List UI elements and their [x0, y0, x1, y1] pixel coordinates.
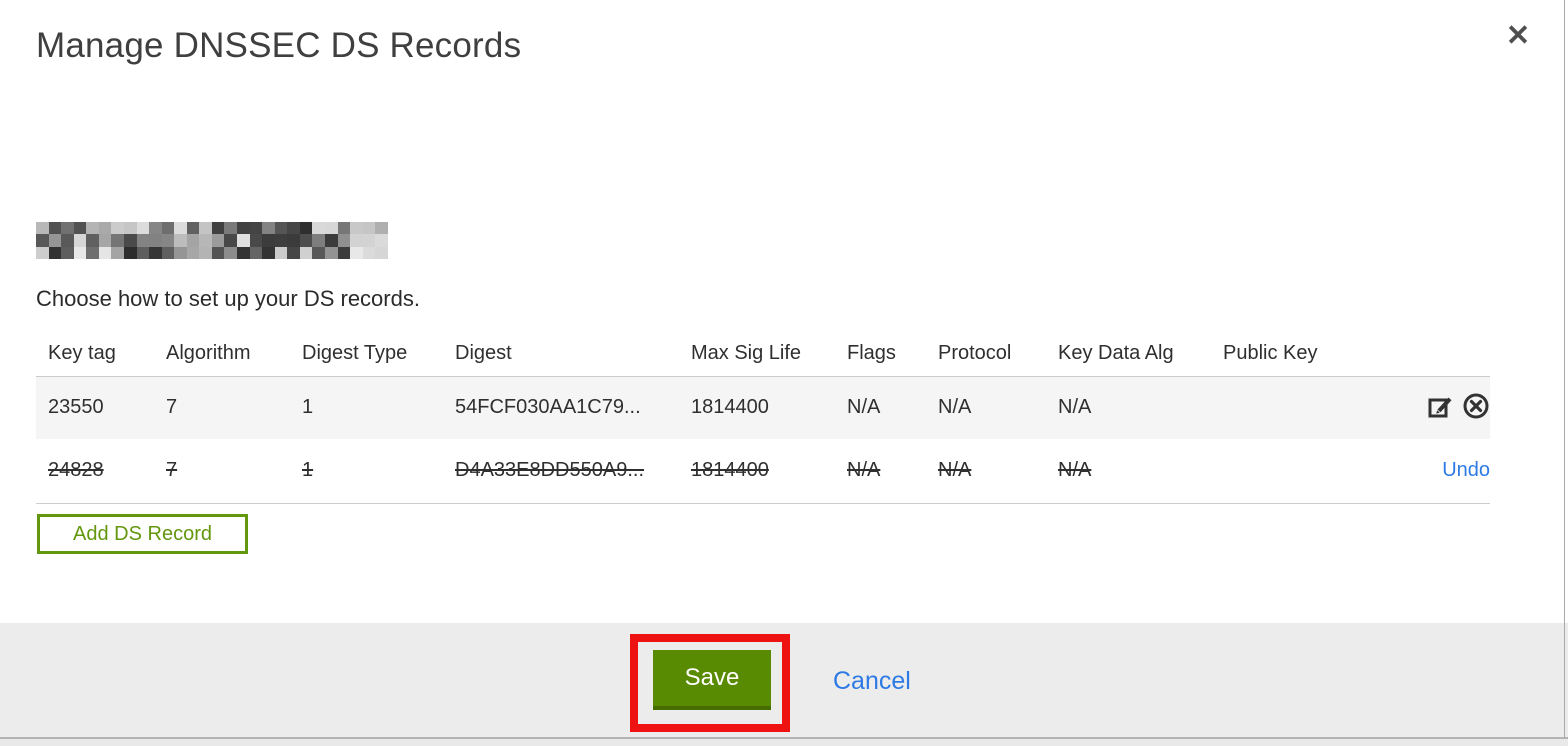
- table-header-row: Key tag Algorithm Digest Type Digest Max…: [36, 330, 1490, 377]
- instruction-text: Choose how to set up your DS records.: [36, 286, 420, 311]
- cell-flags: N/A: [847, 396, 881, 419]
- cell-key-tag: 24828: [48, 459, 104, 482]
- cell-protocol: N/A: [938, 459, 972, 482]
- redacted-domain-name: [36, 222, 388, 259]
- cell-max-sig-life: 1814400: [691, 396, 769, 419]
- cell-key-tag: 23550: [48, 396, 104, 419]
- cell-algorithm: 7: [166, 396, 178, 419]
- close-icon: ✕: [1505, 20, 1531, 52]
- col-header-flags: Flags: [847, 341, 896, 364]
- cell-key-data-alg: N/A: [1058, 396, 1092, 419]
- cell-digest: 54FCF030AA1C79...: [455, 396, 641, 419]
- col-header-digest-type: Digest Type: [302, 341, 408, 364]
- col-header-key-tag: Key tag: [48, 341, 116, 364]
- page-right-border: [1564, 0, 1565, 738]
- undo-link[interactable]: Undo: [1442, 459, 1490, 481]
- cell-public-key: [1211, 439, 1399, 504]
- cell-algorithm: 7: [166, 459, 178, 482]
- modal-footer: Save Cancel: [0, 623, 1568, 739]
- page-bottom-strip: [0, 739, 1568, 746]
- annotation-highlight-box: Save: [630, 634, 790, 732]
- col-header-key-data-alg: Key Data Alg: [1058, 341, 1174, 364]
- edit-record-button[interactable]: [1427, 393, 1454, 423]
- row-actions: Undo: [1399, 439, 1490, 504]
- col-header-max-sig-life: Max Sig Life: [691, 341, 802, 364]
- close-button[interactable]: ✕: [1500, 18, 1536, 54]
- table-row: 23550 7 1 54FCF030AA1C79... 1814400 N/A …: [36, 376, 1490, 439]
- row-actions: [1399, 377, 1490, 439]
- delete-record-button[interactable]: [1462, 392, 1490, 423]
- page-title: Manage DNSSEC DS Records: [36, 26, 522, 65]
- dnssec-ds-records-modal: Manage DNSSEC DS Records ✕ Choose how to…: [0, 0, 1568, 746]
- col-header-actions: [1399, 330, 1490, 377]
- cell-digest-type: 1: [302, 459, 314, 482]
- add-ds-record-button[interactable]: Add DS Record: [37, 514, 248, 554]
- table-row-deleted: 24828 7 1 D4A33E8DD550A9... 1814400 N/A …: [36, 438, 1490, 504]
- col-header-algorithm: Algorithm: [166, 341, 251, 364]
- cell-protocol: N/A: [938, 396, 972, 419]
- col-header-digest: Digest: [455, 341, 512, 364]
- edit-icon: [1427, 397, 1454, 423]
- col-header-public-key: Public Key: [1223, 341, 1318, 364]
- cancel-link[interactable]: Cancel: [833, 667, 911, 696]
- cell-key-data-alg: N/A: [1058, 459, 1092, 482]
- ds-records-table: Key tag Algorithm Digest Type Digest Max…: [36, 330, 1490, 504]
- save-button[interactable]: Save: [653, 650, 771, 710]
- col-header-protocol: Protocol: [938, 341, 1012, 364]
- cell-public-key: [1211, 377, 1399, 439]
- delete-icon: [1462, 393, 1490, 423]
- cell-digest: D4A33E8DD550A9...: [455, 459, 645, 482]
- cell-max-sig-life: 1814400: [691, 459, 769, 482]
- cell-flags: N/A: [847, 459, 881, 482]
- cell-digest-type: 1: [302, 396, 314, 419]
